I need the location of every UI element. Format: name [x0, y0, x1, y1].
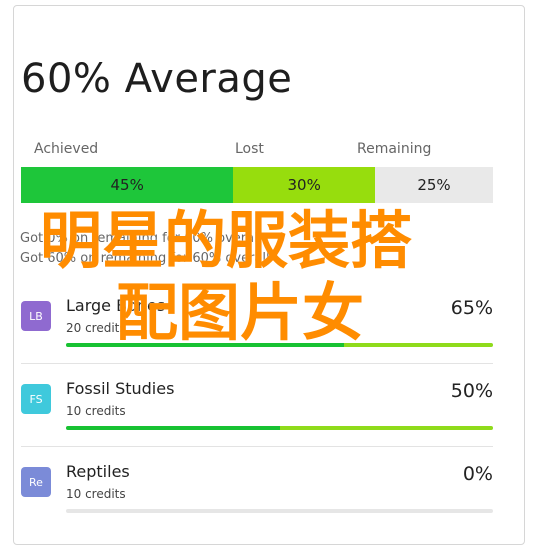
legend-achieved-label: Achieved — [34, 141, 99, 157]
course-badge: FS — [21, 384, 51, 414]
average-title: 60% Average — [21, 56, 293, 102]
course-name: Fossil Studies — [66, 379, 175, 398]
course-progress-bar — [66, 509, 493, 513]
segment-achieved: 45% — [21, 167, 234, 203]
grade-stacked-bar: 45% 30% 25% — [21, 167, 493, 203]
course-row[interactable]: Re Reptiles 10 credits 0% — [21, 459, 493, 537]
course-percent: 65% — [450, 297, 493, 319]
row-divider — [21, 363, 493, 364]
course-percent: 50% — [450, 380, 493, 402]
course-badge: Re — [21, 467, 51, 497]
legend-remaining-label: Remaining — [357, 141, 432, 157]
course-progress-bar — [66, 343, 493, 347]
course-credits: 20 credits — [66, 321, 126, 335]
course-row[interactable]: FS Fossil Studies 10 credits 50% — [21, 376, 493, 454]
row-divider — [21, 446, 493, 447]
course-row[interactable]: LB Large Bones 20 credits 65% — [21, 293, 493, 371]
progress-lost — [343, 343, 493, 347]
course-credits: 10 credits — [66, 404, 126, 418]
note-minimum: Got 0% on remaining for 60% overall — [20, 231, 262, 246]
progress-lost — [279, 426, 493, 430]
course-name: Reptiles — [66, 462, 130, 481]
note-maximum: Got 60% on remaining for 60% overall — [20, 251, 270, 266]
course-credits: 10 credits — [66, 487, 126, 501]
segment-remaining: 25% — [374, 167, 493, 203]
course-name: Large Bones — [66, 296, 166, 315]
segment-lost: 30% — [233, 167, 375, 203]
course-progress-bar — [66, 426, 493, 430]
progress-achieved — [66, 343, 344, 347]
course-percent: 0% — [462, 463, 493, 485]
progress-achieved — [66, 426, 280, 430]
legend-lost-label: Lost — [235, 141, 264, 157]
course-badge: LB — [21, 301, 51, 331]
